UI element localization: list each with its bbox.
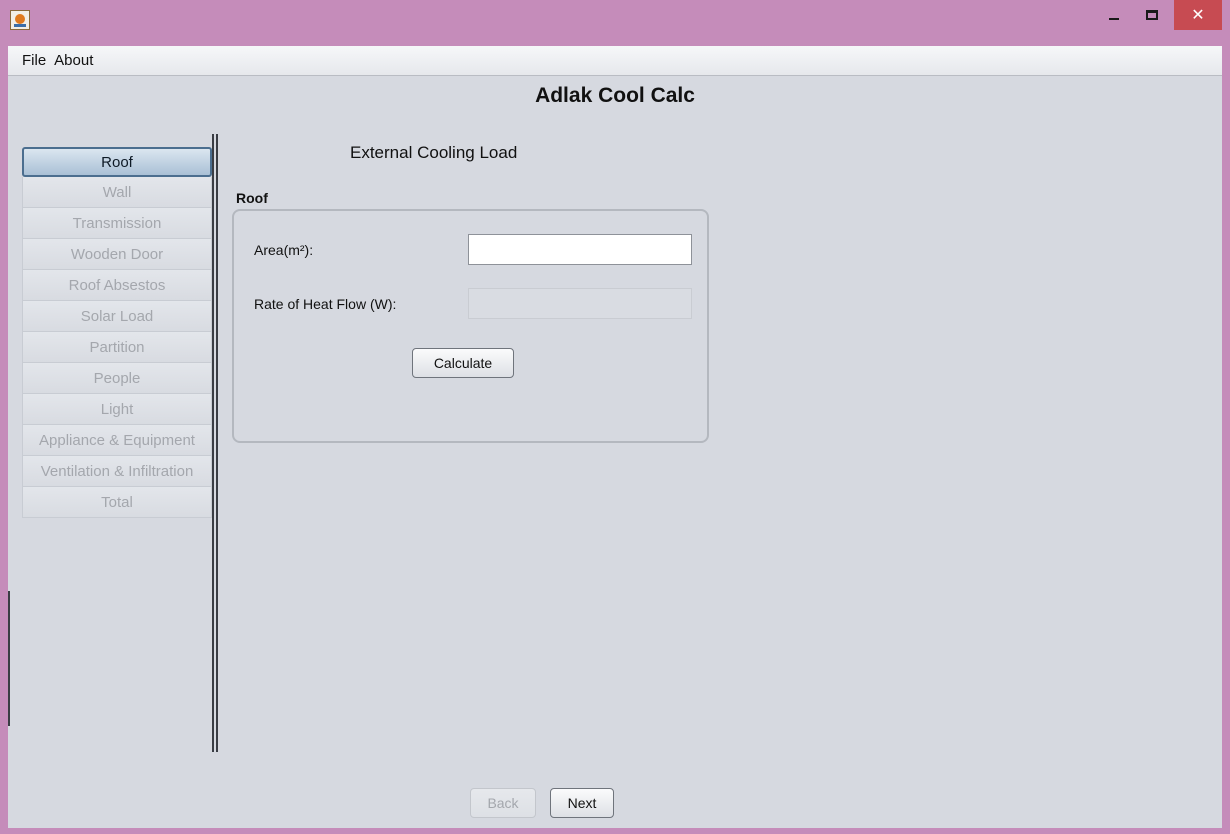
sidebar-item-roof-absestos[interactable]: Roof Absestos [22,270,212,301]
menu-bar: File About [8,46,1222,76]
sidebar-item-solar-load[interactable]: Solar Load [22,301,212,332]
rate-output-field [468,288,692,319]
section-title: External Cooling Load [350,143,518,162]
menu-file[interactable]: File [22,52,46,69]
calculate-button[interactable]: Calculate [412,348,514,378]
area-input[interactable] [468,234,692,265]
group-label: Roof [236,190,268,206]
sidebar-item-people[interactable]: People [22,363,212,394]
sidebar-item-partition[interactable]: Partition [22,332,212,363]
minimize-icon[interactable] [1096,0,1132,30]
area-label: Area(m²): [254,242,314,258]
menu-about[interactable]: About [54,52,93,69]
sidebar-item-wooden-door[interactable]: Wooden Door [22,239,212,270]
back-button[interactable]: Back [470,788,536,818]
left-edge-line [8,591,10,726]
sidebar-item-wall[interactable]: Wall [22,177,212,208]
app-window: ✕ File About Adlak Cool Calc Roof Wall T… [0,0,1230,834]
client-area: File About Adlak Cool Calc Roof Wall Tra… [8,46,1222,828]
app-title: Adlak Cool Calc [535,84,695,107]
sidebar-divider[interactable] [212,134,218,752]
maximize-icon[interactable] [1134,0,1170,30]
java-app-icon [10,10,30,30]
next-button[interactable]: Next [550,788,614,818]
sidebar-item-light[interactable]: Light [22,394,212,425]
title-bar: ✕ [0,0,1230,46]
sidebar: Roof Wall Transmission Wooden Door Roof … [22,147,212,518]
sidebar-item-appliance-equipment[interactable]: Appliance & Equipment [22,425,212,456]
sidebar-item-total[interactable]: Total [22,487,212,518]
sidebar-item-transmission[interactable]: Transmission [22,208,212,239]
rate-label: Rate of Heat Flow (W): [254,296,397,312]
sidebar-item-roof[interactable]: Roof [22,147,212,177]
close-icon[interactable]: ✕ [1174,0,1222,30]
sidebar-item-ventilation-infiltration[interactable]: Ventilation & Infiltration [22,456,212,487]
